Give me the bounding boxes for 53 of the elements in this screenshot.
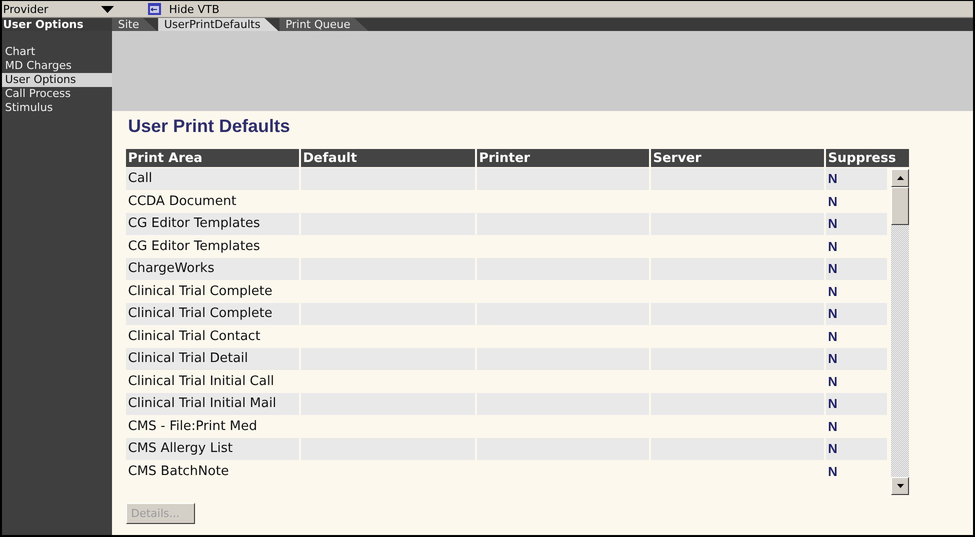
tab[interactable]: Site <box>112 18 158 31</box>
sidebar-item[interactable]: MD Charges <box>2 59 112 73</box>
table-cell-text: CG Editor Templates <box>127 238 261 256</box>
table-cell: N <box>826 303 887 324</box>
sidebar-item[interactable]: Call Process <box>2 87 112 101</box>
table-cell: N <box>826 438 887 460</box>
table-cell-text: N <box>827 328 838 346</box>
scrollbar[interactable] <box>891 169 909 495</box>
table-cell: Call <box>126 168 299 190</box>
table-cell-text: Clinical Trial Complete <box>127 282 274 300</box>
table-cell-text: N <box>827 372 838 390</box>
dropdown-caret-icon <box>101 6 114 12</box>
table-cell: ChargeWorks <box>126 258 299 280</box>
table-cell-text: Clinical Trial Contact <box>127 328 262 346</box>
column-header: Print Area <box>126 149 299 167</box>
table-cell-text: Clinical Trial Initial Call <box>127 372 276 390</box>
table-cell-text: N <box>827 418 838 436</box>
column-header: Server <box>651 149 824 167</box>
page-heading: User Print Defaults <box>128 115 292 138</box>
sidebar-item[interactable]: Chart <box>2 45 112 59</box>
up-arrow-icon <box>896 176 904 180</box>
hide-vtb-button[interactable]: Hide VTB <box>146 1 222 17</box>
table-cell: CG Editor Templates <box>126 213 299 234</box>
table-cell: CMS Allergy List <box>126 438 299 460</box>
table-cell-text: N <box>827 238 838 256</box>
scroll-down-button[interactable] <box>891 477 909 495</box>
table-cell: N <box>826 258 887 280</box>
table-cell-text: CCDA Document <box>127 192 238 210</box>
provider-dropdown[interactable]: Provider <box>2 1 122 17</box>
table-cell-text: N <box>827 462 838 480</box>
tab[interactable]: Print Queue <box>279 18 368 31</box>
table-cell: N <box>826 213 887 234</box>
table-cell-text: CMS - File:Print Med <box>127 418 258 436</box>
column-header: Default <box>301 149 475 167</box>
table-cell: Clinical Trial Detail <box>126 348 299 370</box>
tab[interactable]: UserPrintDefaults <box>158 18 278 31</box>
table-cell: N <box>826 168 887 190</box>
column-header: Printer <box>477 149 649 167</box>
scroll-up-button[interactable] <box>891 169 909 187</box>
column-header: Suppress <box>826 149 909 167</box>
table-cell: N <box>826 393 887 414</box>
table-cell-text: N <box>827 192 838 210</box>
table-cell-text: CMS BatchNote <box>127 462 230 480</box>
down-arrow-icon <box>896 484 904 488</box>
sidebar-item[interactable]: Stimulus <box>2 101 112 115</box>
sidebar-title: User Options <box>2 18 112 31</box>
table-cell: Clinical Trial Complete <box>126 303 299 324</box>
table-cell-text: N <box>827 282 838 300</box>
table-cell: Clinical Trial Initial Mail <box>126 393 299 414</box>
scroll-thumb[interactable] <box>891 187 909 225</box>
sidebar-item[interactable]: User Options <box>2 73 112 87</box>
table-cell: N <box>826 348 887 370</box>
window-icon <box>148 3 161 15</box>
